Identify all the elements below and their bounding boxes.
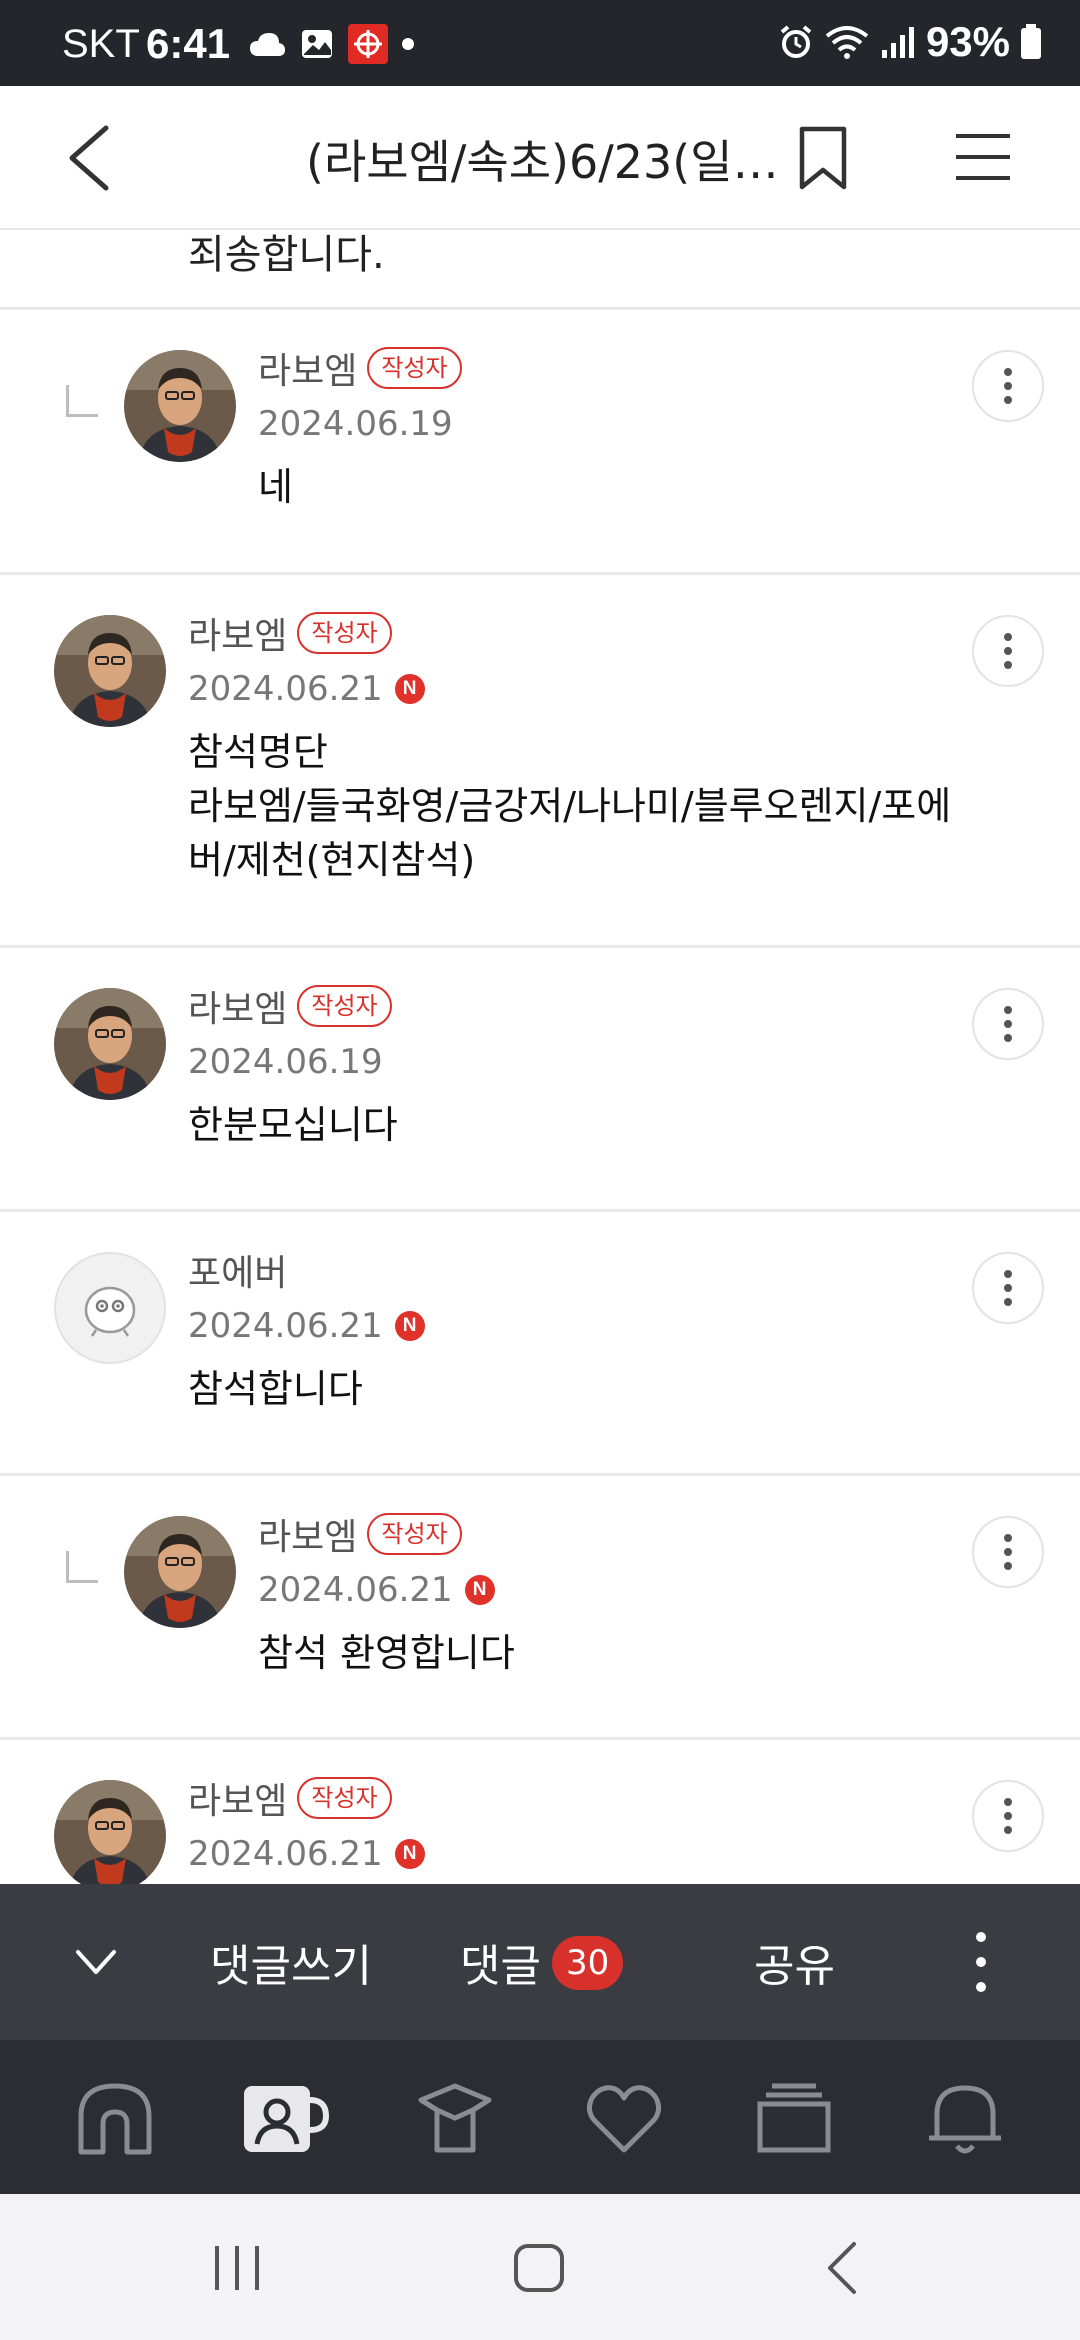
- alarm-icon: [780, 25, 812, 58]
- comment-item: 포에버 2024.06.21 N 참석합니다: [0, 1212, 1080, 1476]
- comment-list: 죄송합니다. 라보엠 작성자 2024.06.19 네 라보엠 작성자 2024…: [0, 230, 1080, 1884]
- comment-text: 죄송합니다.: [188, 232, 385, 278]
- comment-author[interactable]: 라보엠: [258, 342, 357, 394]
- bookmark-icon[interactable]: [798, 126, 848, 190]
- bottom-navigation: [0, 2040, 1080, 2194]
- page-title: (라보엠/속초)6/23(일)...: [306, 135, 786, 189]
- comment-date: 2024.06.19: [188, 1042, 383, 1082]
- avatar[interactable]: [54, 1252, 166, 1364]
- comment-text: 참석명단 라보엠/들국화영/금강저/나나미/블루오렌지/포에 버/제천(현지참석…: [188, 725, 1080, 887]
- partial-comment: 죄송합니다.: [0, 230, 1080, 310]
- author-badge: 작성자: [367, 1513, 462, 1555]
- chevron-down-icon[interactable]: [72, 1942, 120, 1982]
- notifications-icon[interactable]: [925, 2078, 1005, 2158]
- battery-icon: [1021, 24, 1041, 59]
- system-back-icon[interactable]: [822, 2238, 862, 2298]
- comment-author[interactable]: 라보엠: [188, 607, 287, 659]
- comment-author[interactable]: 라보엠: [188, 980, 287, 1032]
- dot-icon: [402, 38, 414, 50]
- battery-percent: 93%: [925, 18, 1010, 65]
- comment-more-button[interactable]: [972, 988, 1044, 1060]
- comment-line: 라보엠/들국화영/금강저/나나미/블루오렌지/포에: [188, 784, 952, 828]
- comment-text: 참석합니다: [188, 1367, 363, 1411]
- app-header: (라보엠/속초)6/23(일)...: [0, 86, 1080, 230]
- comment-line: 참석명단: [188, 730, 328, 774]
- avatar[interactable]: [54, 1780, 166, 1884]
- gallery-icon: [302, 30, 332, 58]
- avatar[interactable]: [54, 615, 166, 727]
- home-icon[interactable]: [75, 2078, 155, 2158]
- back-icon[interactable]: [60, 122, 120, 194]
- app-notification-icon: [348, 24, 388, 64]
- new-badge: N: [394, 1311, 425, 1341]
- comment-item: 라보엠 작성자 2024.06.19 네: [0, 310, 1080, 575]
- write-comment-button[interactable]: 댓글쓰기: [210, 1930, 372, 1994]
- signal-icon: [881, 27, 914, 58]
- boards-icon[interactable]: [754, 2078, 834, 2158]
- comment-more-button[interactable]: [972, 1780, 1044, 1852]
- shopping-icon[interactable]: [415, 2078, 495, 2158]
- reply-indicator-icon: [66, 1551, 98, 1583]
- comment-author[interactable]: 라보엠: [258, 1508, 357, 1560]
- recent-apps-icon[interactable]: [212, 2238, 262, 2298]
- avatar[interactable]: [124, 1516, 236, 1628]
- status-bar: SKT 6:41 93%: [0, 0, 1080, 86]
- comment-count-badge: 30: [552, 1936, 624, 1990]
- home-button-icon[interactable]: [510, 2238, 570, 2298]
- system-status: 93%: [778, 18, 1042, 65]
- author-badge: 작성자: [367, 347, 462, 389]
- comments-button[interactable]: 댓글: [460, 1930, 541, 1994]
- share-button[interactable]: 공유: [754, 1930, 835, 1994]
- comment-more-button[interactable]: [972, 350, 1044, 422]
- more-options-icon[interactable]: [966, 1932, 996, 1992]
- comment-date: 2024.06.19: [258, 404, 453, 444]
- clock: 6:41: [146, 20, 231, 67]
- comment-author[interactable]: 포에버: [188, 1244, 287, 1296]
- favorites-icon[interactable]: [584, 2078, 664, 2158]
- comment-text: 한분모십니다: [188, 1103, 398, 1147]
- reply-indicator-icon: [66, 385, 98, 417]
- comment-date: 2024.06.21: [258, 1570, 453, 1610]
- author-badge: 작성자: [297, 612, 392, 654]
- comment-action-bar: 댓글쓰기 댓글 30 공유: [0, 1884, 1080, 2040]
- cloud-icon: [250, 33, 285, 56]
- comment-line: 버/제천(현지참석): [188, 838, 476, 882]
- comment-date: 2024.06.21: [188, 1834, 383, 1874]
- comment-date: 2024.06.21: [188, 669, 383, 709]
- author-badge: 작성자: [297, 985, 392, 1027]
- comment-more-button[interactable]: [972, 615, 1044, 687]
- carrier-label: SKT: [62, 22, 140, 66]
- new-badge: N: [394, 1839, 425, 1869]
- system-navigation-bar: [0, 2194, 1080, 2340]
- new-badge: N: [464, 1575, 495, 1605]
- new-badge: N: [394, 674, 425, 704]
- comment-date: 2024.06.21: [188, 1306, 383, 1346]
- wifi-icon: [825, 26, 869, 59]
- author-badge: 작성자: [297, 1777, 392, 1819]
- notification-icons: [248, 24, 414, 64]
- avatar[interactable]: [124, 350, 236, 462]
- comment-item: 라보엠 작성자 2024.06.21 N 참석명단 라보엠/들국화영/금강저/나…: [0, 575, 1080, 948]
- comment-more-button[interactable]: [972, 1516, 1044, 1588]
- comment-item: 라보엠 작성자 2024.06.21 N: [0, 1740, 1080, 1884]
- avatar[interactable]: [54, 988, 166, 1100]
- comment-more-button[interactable]: [972, 1252, 1044, 1324]
- comment-text: 참석 환영합니다: [258, 1631, 515, 1675]
- menu-icon[interactable]: [954, 132, 1012, 182]
- comment-text: 네: [258, 465, 293, 509]
- default-avatar-icon: [84, 1286, 136, 1337]
- comment-item: 라보엠 작성자 2024.06.19 한분모십니다: [0, 948, 1080, 1212]
- comment-author[interactable]: 라보엠: [188, 1772, 287, 1824]
- comment-item: 라보엠 작성자 2024.06.21 N 참석 환영합니다: [0, 1476, 1080, 1740]
- my-cafe-icon[interactable]: [240, 2078, 330, 2158]
